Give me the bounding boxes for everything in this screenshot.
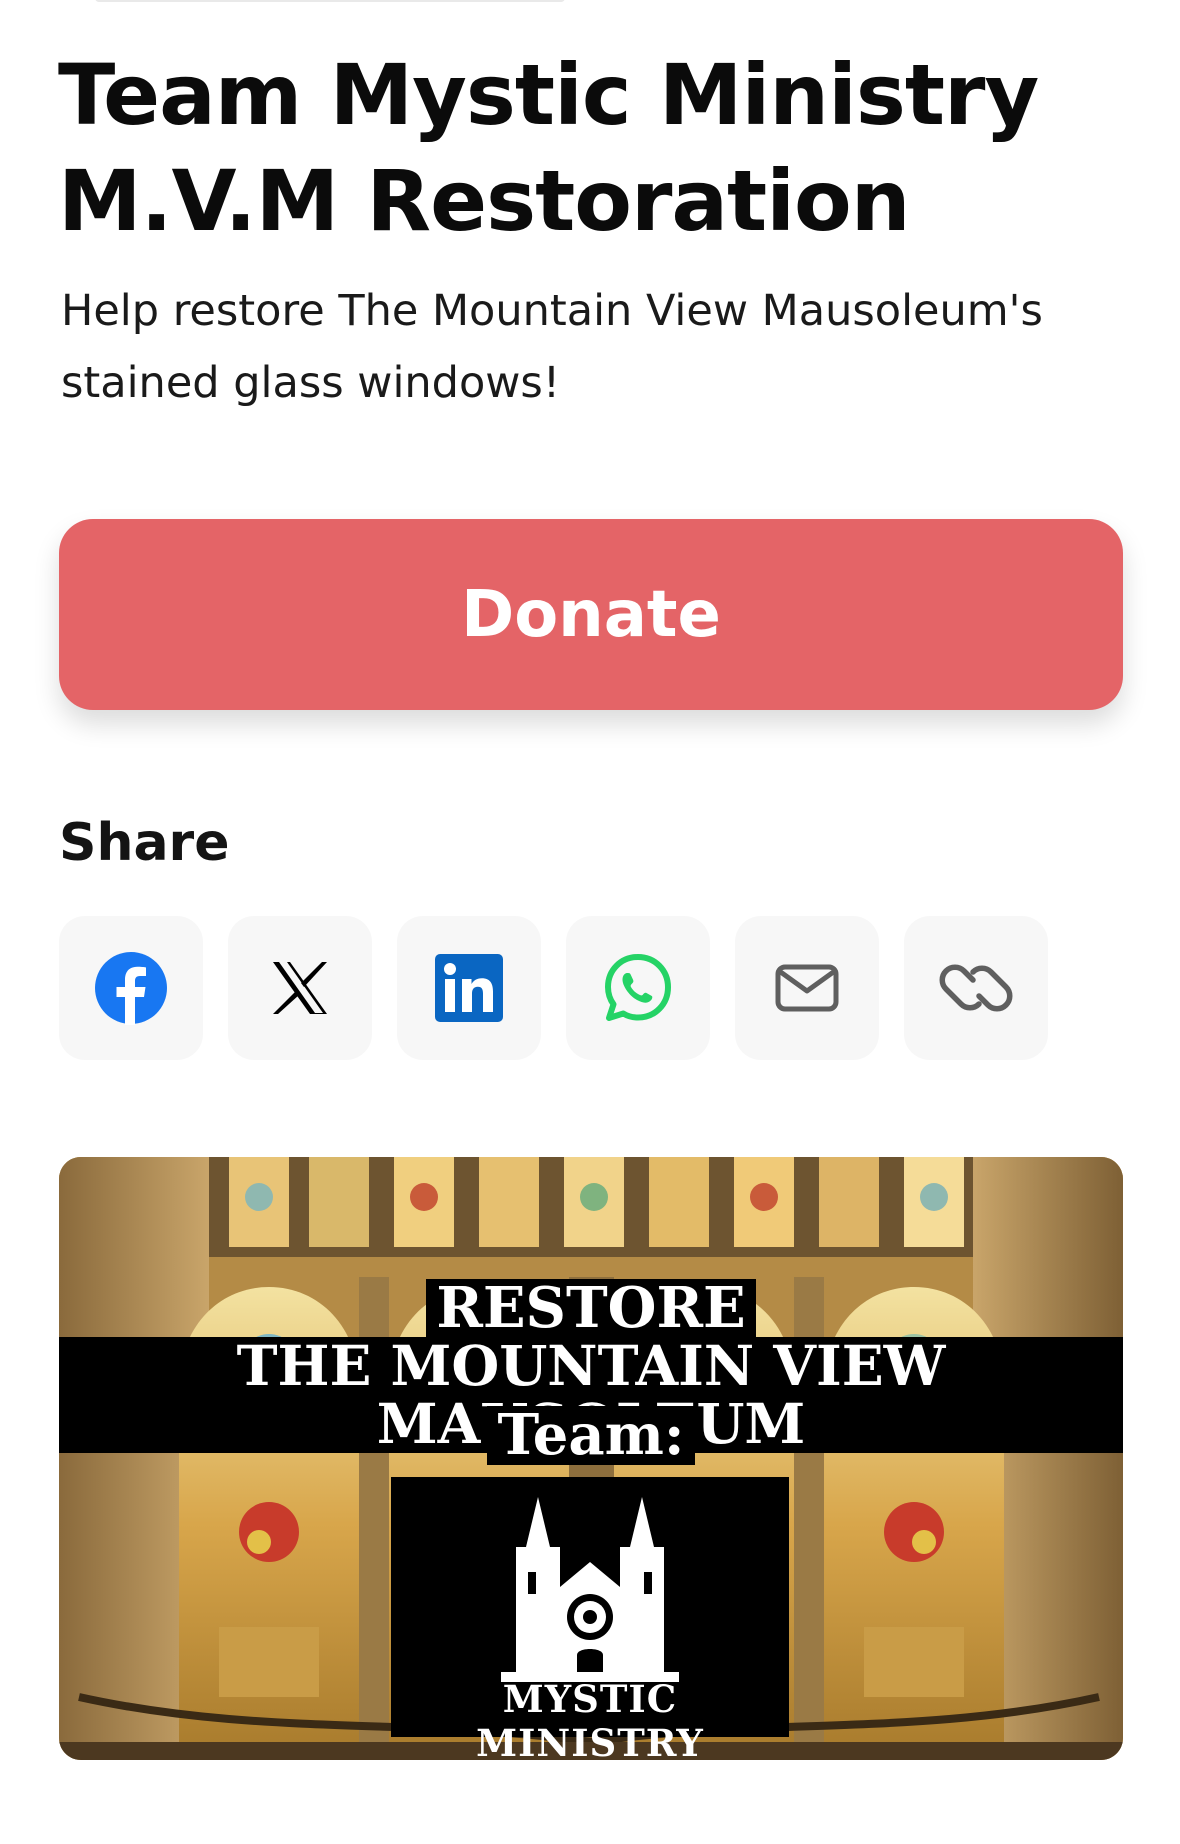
share-whatsapp-button[interactable] <box>566 916 710 1060</box>
banner-line-3: Team: <box>487 1406 695 1465</box>
donate-button[interactable]: Donate <box>59 519 1123 710</box>
share-linkedin-button[interactable] <box>397 916 541 1060</box>
share-copy-link-button[interactable] <box>904 916 1048 1060</box>
facebook-icon <box>95 952 167 1025</box>
x-icon <box>273 962 327 1014</box>
page-title: Team Mystic Ministry M.V.M Restoration <box>58 46 1039 250</box>
banner-restore-text: RESTORE <box>59 1275 1123 1341</box>
top-handle <box>95 0 565 2</box>
page-subtitle: Help restore The Mountain View Mausoleum… <box>61 286 1043 408</box>
banner-line-1: RESTORE <box>426 1279 756 1338</box>
logo-caption: MYSTIC MINISTRY <box>476 1677 704 1760</box>
mail-icon <box>775 964 839 1012</box>
whatsapp-icon <box>605 954 671 1021</box>
share-x-button[interactable] <box>228 916 372 1060</box>
campaign-banner-image: RESTORE THE MOUNTAIN VIEW MAUSOLEUM Team… <box>59 1157 1123 1760</box>
share-heading: Share <box>59 813 230 873</box>
share-email-button[interactable] <box>735 916 879 1060</box>
share-facebook-button[interactable] <box>59 916 203 1060</box>
banner-team-text: Team: <box>59 1402 1123 1468</box>
share-row <box>59 916 1048 1060</box>
link-icon <box>939 964 1013 1012</box>
linkedin-icon <box>435 954 503 1022</box>
